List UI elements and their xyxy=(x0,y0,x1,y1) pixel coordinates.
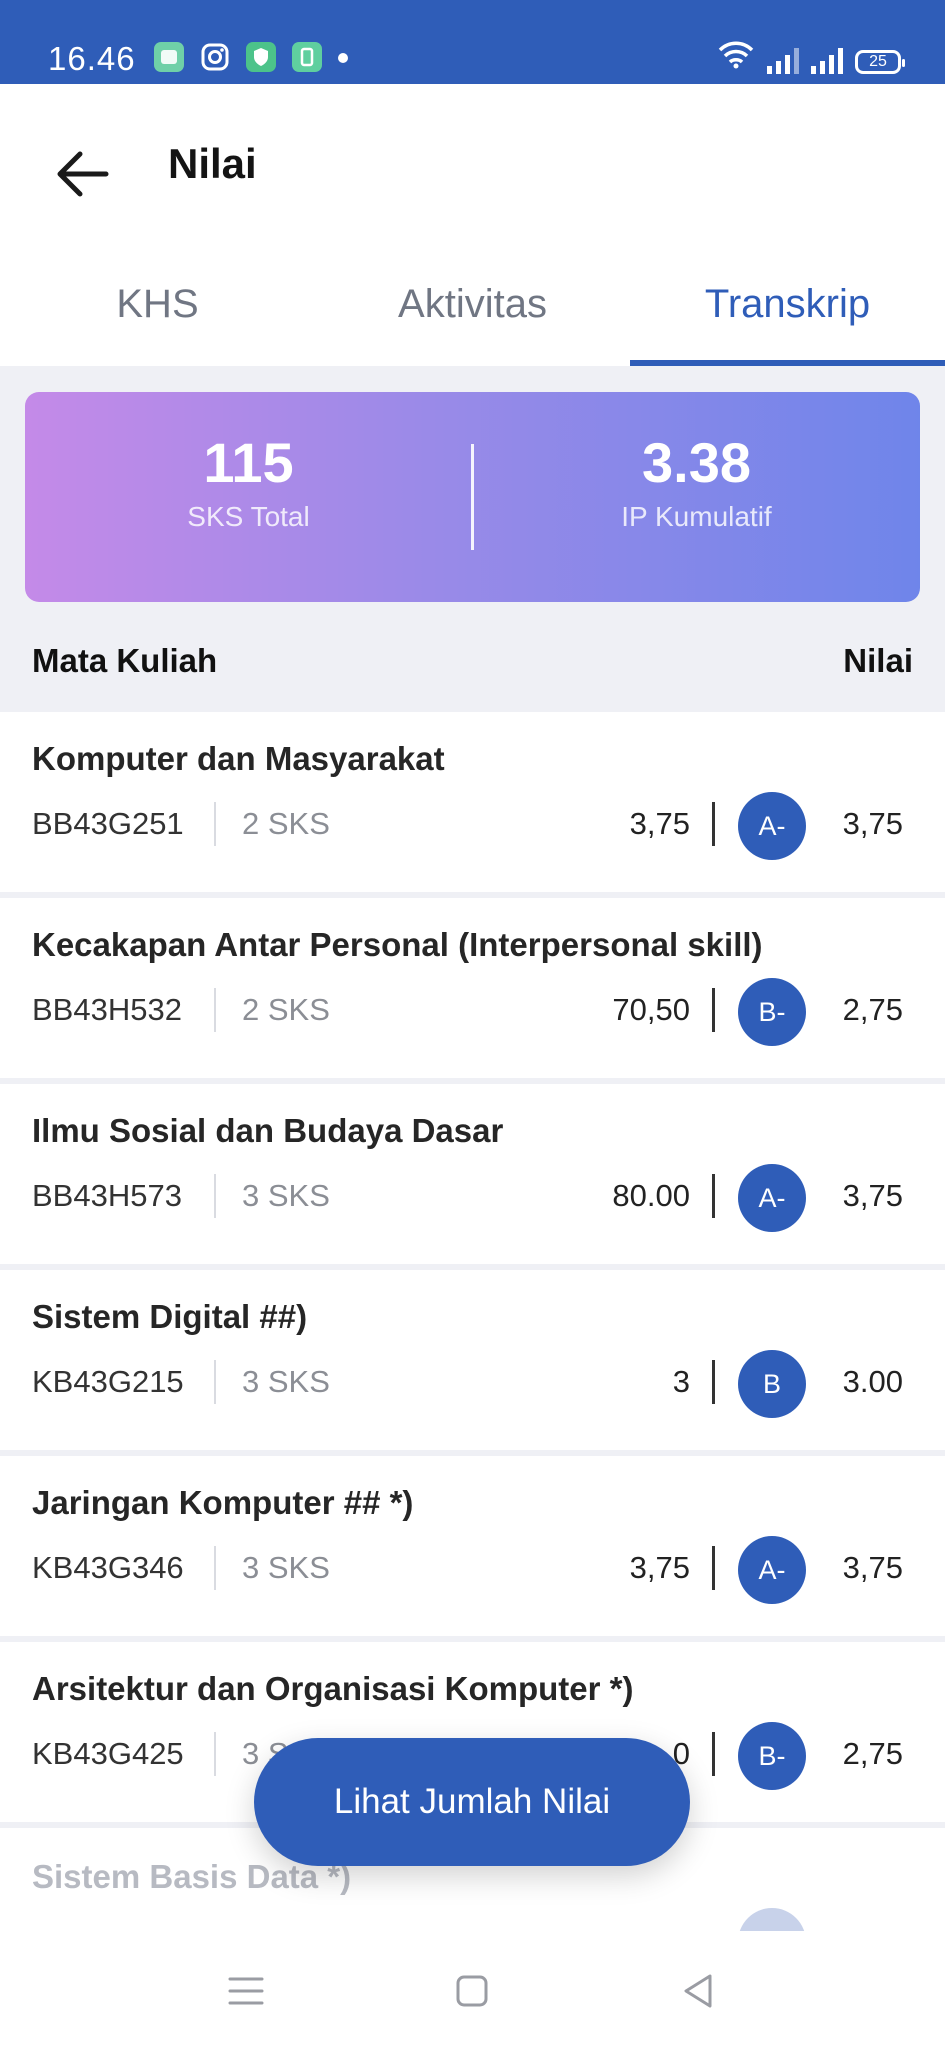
grade-badge xyxy=(738,1908,806,1931)
course-sks: 3 SKS xyxy=(242,1364,330,1399)
course-row[interactable]: Sistem Digital ##) KB43G215 3 SKS 3 B 3.… xyxy=(0,1270,945,1450)
home-nav-button[interactable] xyxy=(442,1967,502,2015)
course-sks: 3 SKS xyxy=(242,1550,330,1585)
tab-khs[interactable]: KHS xyxy=(0,246,315,366)
sks-total-value: 115 xyxy=(203,431,294,494)
list-header: Mata Kuliah Nilai xyxy=(32,642,913,680)
status-bar: 16.46 25 xyxy=(0,0,945,84)
square-icon xyxy=(456,1975,488,2007)
menu-icon xyxy=(228,1977,264,2005)
course-name: Sistem Digital ##) xyxy=(32,1298,308,1335)
course-sks: 2 SKS xyxy=(242,806,330,841)
course-code: KB43G215 xyxy=(32,1364,184,1399)
divider xyxy=(712,802,715,846)
tab-bar: KHS Aktivitas Transkrip xyxy=(0,246,945,366)
divider xyxy=(214,1360,216,1404)
course-sks: 3 SKS xyxy=(242,1178,330,1213)
course-score: 3,75 xyxy=(629,1550,690,1585)
page-title: Nilai xyxy=(168,140,257,187)
arrow-left-icon xyxy=(57,151,109,197)
course-code: BB43H532 xyxy=(32,992,182,1027)
ipk-label: IP Kumulatif xyxy=(621,500,772,532)
course-name: Komputer dan Masyarakat xyxy=(32,740,445,777)
grade-badge: B- xyxy=(738,978,806,1046)
course-row[interactable]: Komputer dan Masyarakat BB43G251 2 SKS 3… xyxy=(0,712,945,892)
course-row[interactable]: Kecakapan Antar Personal (Interpersonal … xyxy=(0,898,945,1078)
sks-total-block: 115 SKS Total xyxy=(25,431,472,533)
course-score: 70,50 xyxy=(612,992,690,1027)
tab-aktivitas[interactable]: Aktivitas xyxy=(315,246,630,366)
grade-point: 2,75 xyxy=(842,992,903,1027)
grade-column-label: Nilai xyxy=(843,642,913,679)
course-code: BB43H573 xyxy=(32,1178,182,1213)
summary-card: 115 SKS Total 3.38 IP Kumulatif xyxy=(25,392,920,602)
course-code: KB43G346 xyxy=(32,1550,184,1585)
grade-badge: B- xyxy=(738,1722,806,1790)
signal-icon xyxy=(767,48,799,74)
ipk-value: 3.38 xyxy=(642,431,751,494)
sim-app-icon xyxy=(292,42,322,72)
view-grade-summary-button[interactable]: Lihat Jumlah Nilai xyxy=(254,1738,690,1866)
grade-point: 2,75 xyxy=(842,1736,903,1771)
course-code: KB43G425 xyxy=(32,1736,184,1771)
course-score: 80.00 xyxy=(612,1178,690,1213)
grade-point: 3,75 xyxy=(842,806,903,841)
divider xyxy=(712,988,715,1032)
course-name: Arsitektur dan Organisasi Komputer *) xyxy=(32,1670,634,1707)
app-bar: Nilai xyxy=(0,84,945,246)
status-indicators: 25 xyxy=(717,39,905,74)
sks-total-label: SKS Total xyxy=(187,500,310,532)
gallery-app-icon xyxy=(154,42,184,72)
grade-badge: B xyxy=(738,1350,806,1418)
divider xyxy=(712,1732,715,1776)
grade-point: 3,75 xyxy=(842,1550,903,1585)
divider xyxy=(712,1360,715,1404)
ipk-block: 3.38 IP Kumulatif xyxy=(473,431,920,533)
course-row[interactable]: Jaringan Komputer ## *) KB43G346 3 SKS 3… xyxy=(0,1456,945,1636)
course-score: 3 xyxy=(672,1364,690,1399)
grade-point: 3,75 xyxy=(842,1178,903,1213)
course-column-label: Mata Kuliah xyxy=(32,642,218,679)
divider xyxy=(214,802,216,846)
divider xyxy=(712,1546,715,1590)
menu-nav-button[interactable] xyxy=(216,1967,276,2015)
status-time: 16.46 xyxy=(48,40,136,77)
course-name: Jaringan Komputer ## *) xyxy=(32,1484,414,1521)
course-code: BB43G251 xyxy=(32,806,184,841)
signal-icon xyxy=(811,48,843,74)
wifi-icon xyxy=(717,39,755,74)
battery-icon: 25 xyxy=(855,50,905,74)
course-score: 3,75 xyxy=(629,806,690,841)
divider xyxy=(214,1174,216,1218)
grade-badge: A- xyxy=(738,1536,806,1604)
tab-transkrip[interactable]: Transkrip xyxy=(630,246,945,366)
course-name: Kecakapan Antar Personal (Interpersonal … xyxy=(32,926,763,963)
course-row[interactable]: Ilmu Sosial dan Budaya Dasar BB43H573 3 … xyxy=(0,1084,945,1264)
course-name: Ilmu Sosial dan Budaya Dasar xyxy=(32,1112,504,1149)
triangle-back-icon xyxy=(684,1974,712,2008)
divider xyxy=(712,1174,715,1218)
divider xyxy=(214,1546,216,1590)
notification-dot xyxy=(338,53,348,63)
course-sks: 2 SKS xyxy=(242,992,330,1027)
back-nav-button[interactable] xyxy=(668,1967,728,2015)
shield-app-icon xyxy=(246,42,276,72)
grade-badge: A- xyxy=(738,1164,806,1232)
system-nav-bar xyxy=(0,1931,945,2048)
back-button[interactable] xyxy=(44,136,120,212)
grade-badge: A- xyxy=(738,792,806,860)
divider xyxy=(214,988,216,1032)
divider xyxy=(214,1732,216,1776)
instagram-icon xyxy=(200,42,230,72)
grade-point: 3.00 xyxy=(842,1364,903,1399)
